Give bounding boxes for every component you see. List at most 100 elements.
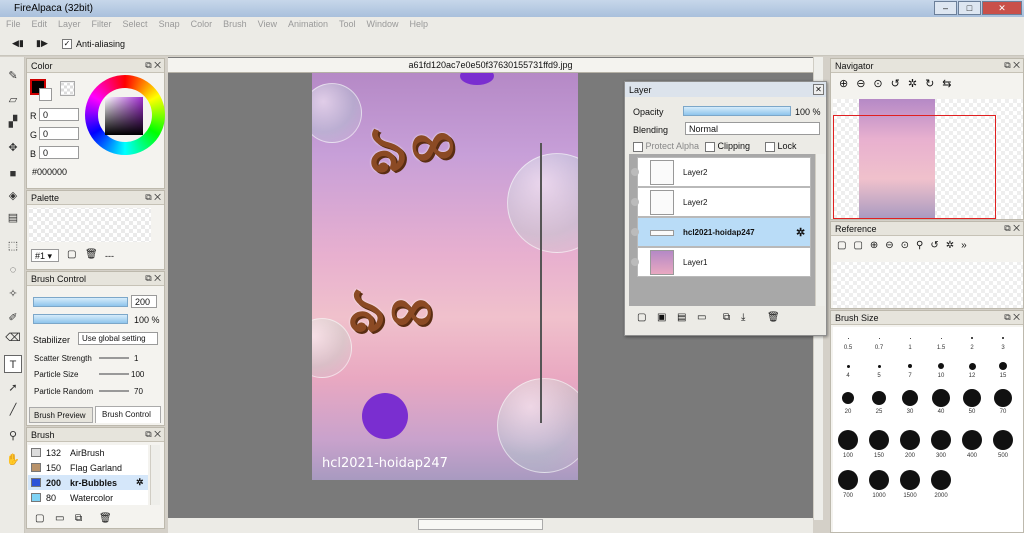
eye-icon[interactable] <box>631 228 639 236</box>
panel-close-icon[interactable]: ⧉ ✕ <box>1004 223 1020 234</box>
panel-close-icon[interactable]: ⧉ ✕ <box>145 60 161 71</box>
antialias-checkbox[interactable]: ✓ <box>62 38 72 49</box>
layer-opacity-slider[interactable] <box>683 106 791 116</box>
new-8bit-layer-icon[interactable]: ▣ <box>657 312 666 323</box>
brush-size-preset[interactable]: 25 <box>864 387 894 415</box>
brush-size-slider[interactable] <box>33 297 128 307</box>
merge-layer-icon[interactable]: ⤓ <box>741 312 745 323</box>
brush-size-preset[interactable]: 2000 <box>926 467 956 499</box>
brush-size-preset[interactable]: 700 <box>833 467 863 499</box>
brush-size-preset[interactable]: 3 <box>988 331 1018 351</box>
navigator-preview[interactable] <box>833 99 1023 219</box>
brush-size-preset[interactable]: 1.5 <box>926 331 956 351</box>
brush-size-preset[interactable]: 2 <box>957 331 987 351</box>
select-eraser-icon[interactable]: ⌫ <box>4 329 22 347</box>
menu-tool[interactable]: Tool <box>333 17 361 29</box>
fill-rect-icon[interactable]: ■ <box>4 165 22 183</box>
panel-close-icon[interactable]: ⧉ ✕ <box>1004 60 1020 71</box>
brush-size-preset[interactable]: 1000 <box>864 467 894 499</box>
brush-list-scrollbar[interactable] <box>150 445 160 505</box>
eye-icon[interactable] <box>631 168 639 176</box>
duplicate-layer-icon[interactable]: ⧉ <box>723 312 730 323</box>
brush-size-preset[interactable]: 100 <box>833 427 863 459</box>
transparent-swatch[interactable] <box>60 81 75 96</box>
menu-animation[interactable]: Animation <box>282 17 333 29</box>
brush-size-preset[interactable]: 400 <box>957 427 987 459</box>
menu-color[interactable]: Color <box>185 17 218 29</box>
brush-size-preset[interactable]: 4 <box>833 359 863 379</box>
eye-icon[interactable] <box>631 258 639 266</box>
panel-close-icon[interactable]: ⧉ ✕ <box>145 429 161 440</box>
horizontal-scroll-thumb[interactable] <box>418 519 543 530</box>
brush-item-selected[interactable]: 200 kr-Bubbles ✲ <box>28 475 148 490</box>
layer-row[interactable]: Layer2 <box>631 157 811 187</box>
horizontal-scrollbar[interactable] <box>168 518 813 533</box>
brush-size-preset[interactable]: 500 <box>988 427 1018 459</box>
hand-icon[interactable]: ✋ <box>4 451 22 469</box>
gear-icon[interactable]: ✲ <box>136 477 144 488</box>
lock-checkbox[interactable]: Lock <box>765 141 797 152</box>
brush-size-preset[interactable]: 0.5 <box>833 331 863 351</box>
brush-size-preset[interactable]: 40 <box>926 387 956 415</box>
maximize-button[interactable]: □ <box>958 1 981 15</box>
brush-item[interactable]: 150 Flag Garland <box>28 460 148 475</box>
close-icon[interactable]: ✕ <box>813 84 824 95</box>
menu-snap[interactable]: Snap <box>153 17 185 29</box>
menu-layer[interactable]: Layer <box>52 17 86 29</box>
reference-area[interactable] <box>833 262 1023 308</box>
text-icon[interactable]: T <box>4 355 22 373</box>
r-input[interactable]: 0 <box>39 108 79 121</box>
document-tab[interactable]: a61fd120ac7e0e50f37630155731ffd9.jpg <box>168 58 813 73</box>
saturation-box[interactable] <box>105 97 143 135</box>
panel-close-icon[interactable]: ⧉ ✕ <box>1004 312 1020 323</box>
bucket-icon[interactable]: ◈ <box>4 187 22 205</box>
folder-icon[interactable]: ▭ <box>697 312 706 323</box>
new-1bit-layer-icon[interactable]: ▤ <box>677 312 686 323</box>
eye-icon[interactable] <box>631 198 639 206</box>
palette-swatches[interactable] <box>29 208 151 242</box>
prev-frame-icon[interactable]: ◀▮ <box>12 38 24 49</box>
trash-icon[interactable]: 🗑 <box>99 513 112 524</box>
color-wheel[interactable] <box>85 75 165 155</box>
next-frame-icon[interactable]: ▮▶ <box>36 38 48 49</box>
close-button[interactable]: ✕ <box>982 1 1022 15</box>
brush-size-preset[interactable]: 1 <box>895 331 925 351</box>
folder-icon[interactable]: ▭ <box>55 513 64 524</box>
menu-help[interactable]: Help <box>404 17 434 29</box>
layer-list-scrollbar[interactable] <box>815 154 825 306</box>
gear-icon[interactable]: ✲ <box>796 226 805 239</box>
brush-size-preset[interactable]: 200 <box>895 427 925 459</box>
secondary-color-swatch[interactable] <box>39 88 52 101</box>
brush-size-preset[interactable]: 20 <box>833 387 863 415</box>
clipping-checkbox[interactable]: Clipping <box>705 141 750 152</box>
eyedropper-icon[interactable]: ⚲ <box>4 427 22 445</box>
g-input[interactable]: 0 <box>39 127 79 140</box>
menu-file[interactable]: File <box>0 17 26 29</box>
brush-opacity-slider[interactable] <box>33 314 128 324</box>
reference-toolbar[interactable]: ▢▢⊕⊖⊙⚲↺✲» <box>833 240 1023 260</box>
divide-icon[interactable]: ╱ <box>4 401 22 419</box>
layer-row[interactable]: Layer2 <box>631 187 811 217</box>
navigator-viewport[interactable] <box>833 115 996 219</box>
brush-size-preset[interactable]: 1500 <box>895 467 925 499</box>
stabilizer-select[interactable]: Use global setting <box>78 332 158 345</box>
operation-icon[interactable]: ➚ <box>4 379 22 397</box>
layer-row-selected[interactable]: hcl2021-hoidap247 ✲ <box>631 217 811 247</box>
brush-item[interactable]: 80 Watercolor <box>28 490 148 505</box>
eraser-icon[interactable]: ▱ <box>4 91 22 109</box>
select-pen-icon[interactable]: ✐ <box>4 309 22 327</box>
menu-filter[interactable]: Filter <box>86 17 117 29</box>
new-brush-icon[interactable]: ▢ <box>35 513 44 524</box>
navigator-toolbar[interactable]: ⊕⊖⊙↺✲↻⇆ <box>833 77 1023 97</box>
brush-size-preset[interactable]: 70 <box>988 387 1018 415</box>
panel-close-icon[interactable]: ⧉ ✕ <box>145 273 161 284</box>
brush-size-preset[interactable]: 10 <box>926 359 956 379</box>
select-icon[interactable]: ⬚ <box>4 237 22 255</box>
brush-item[interactable]: 132 AirBrush <box>28 445 148 460</box>
protect-alpha-checkbox[interactable]: Protect Alpha <box>633 141 699 152</box>
brush-size-preset[interactable]: 0.7 <box>864 331 894 351</box>
gradient-icon[interactable]: ▤ <box>4 209 22 227</box>
brush-size-preset[interactable]: 7 <box>895 359 925 379</box>
scatter-slider[interactable] <box>99 357 129 359</box>
minimize-button[interactable]: – <box>934 1 957 15</box>
